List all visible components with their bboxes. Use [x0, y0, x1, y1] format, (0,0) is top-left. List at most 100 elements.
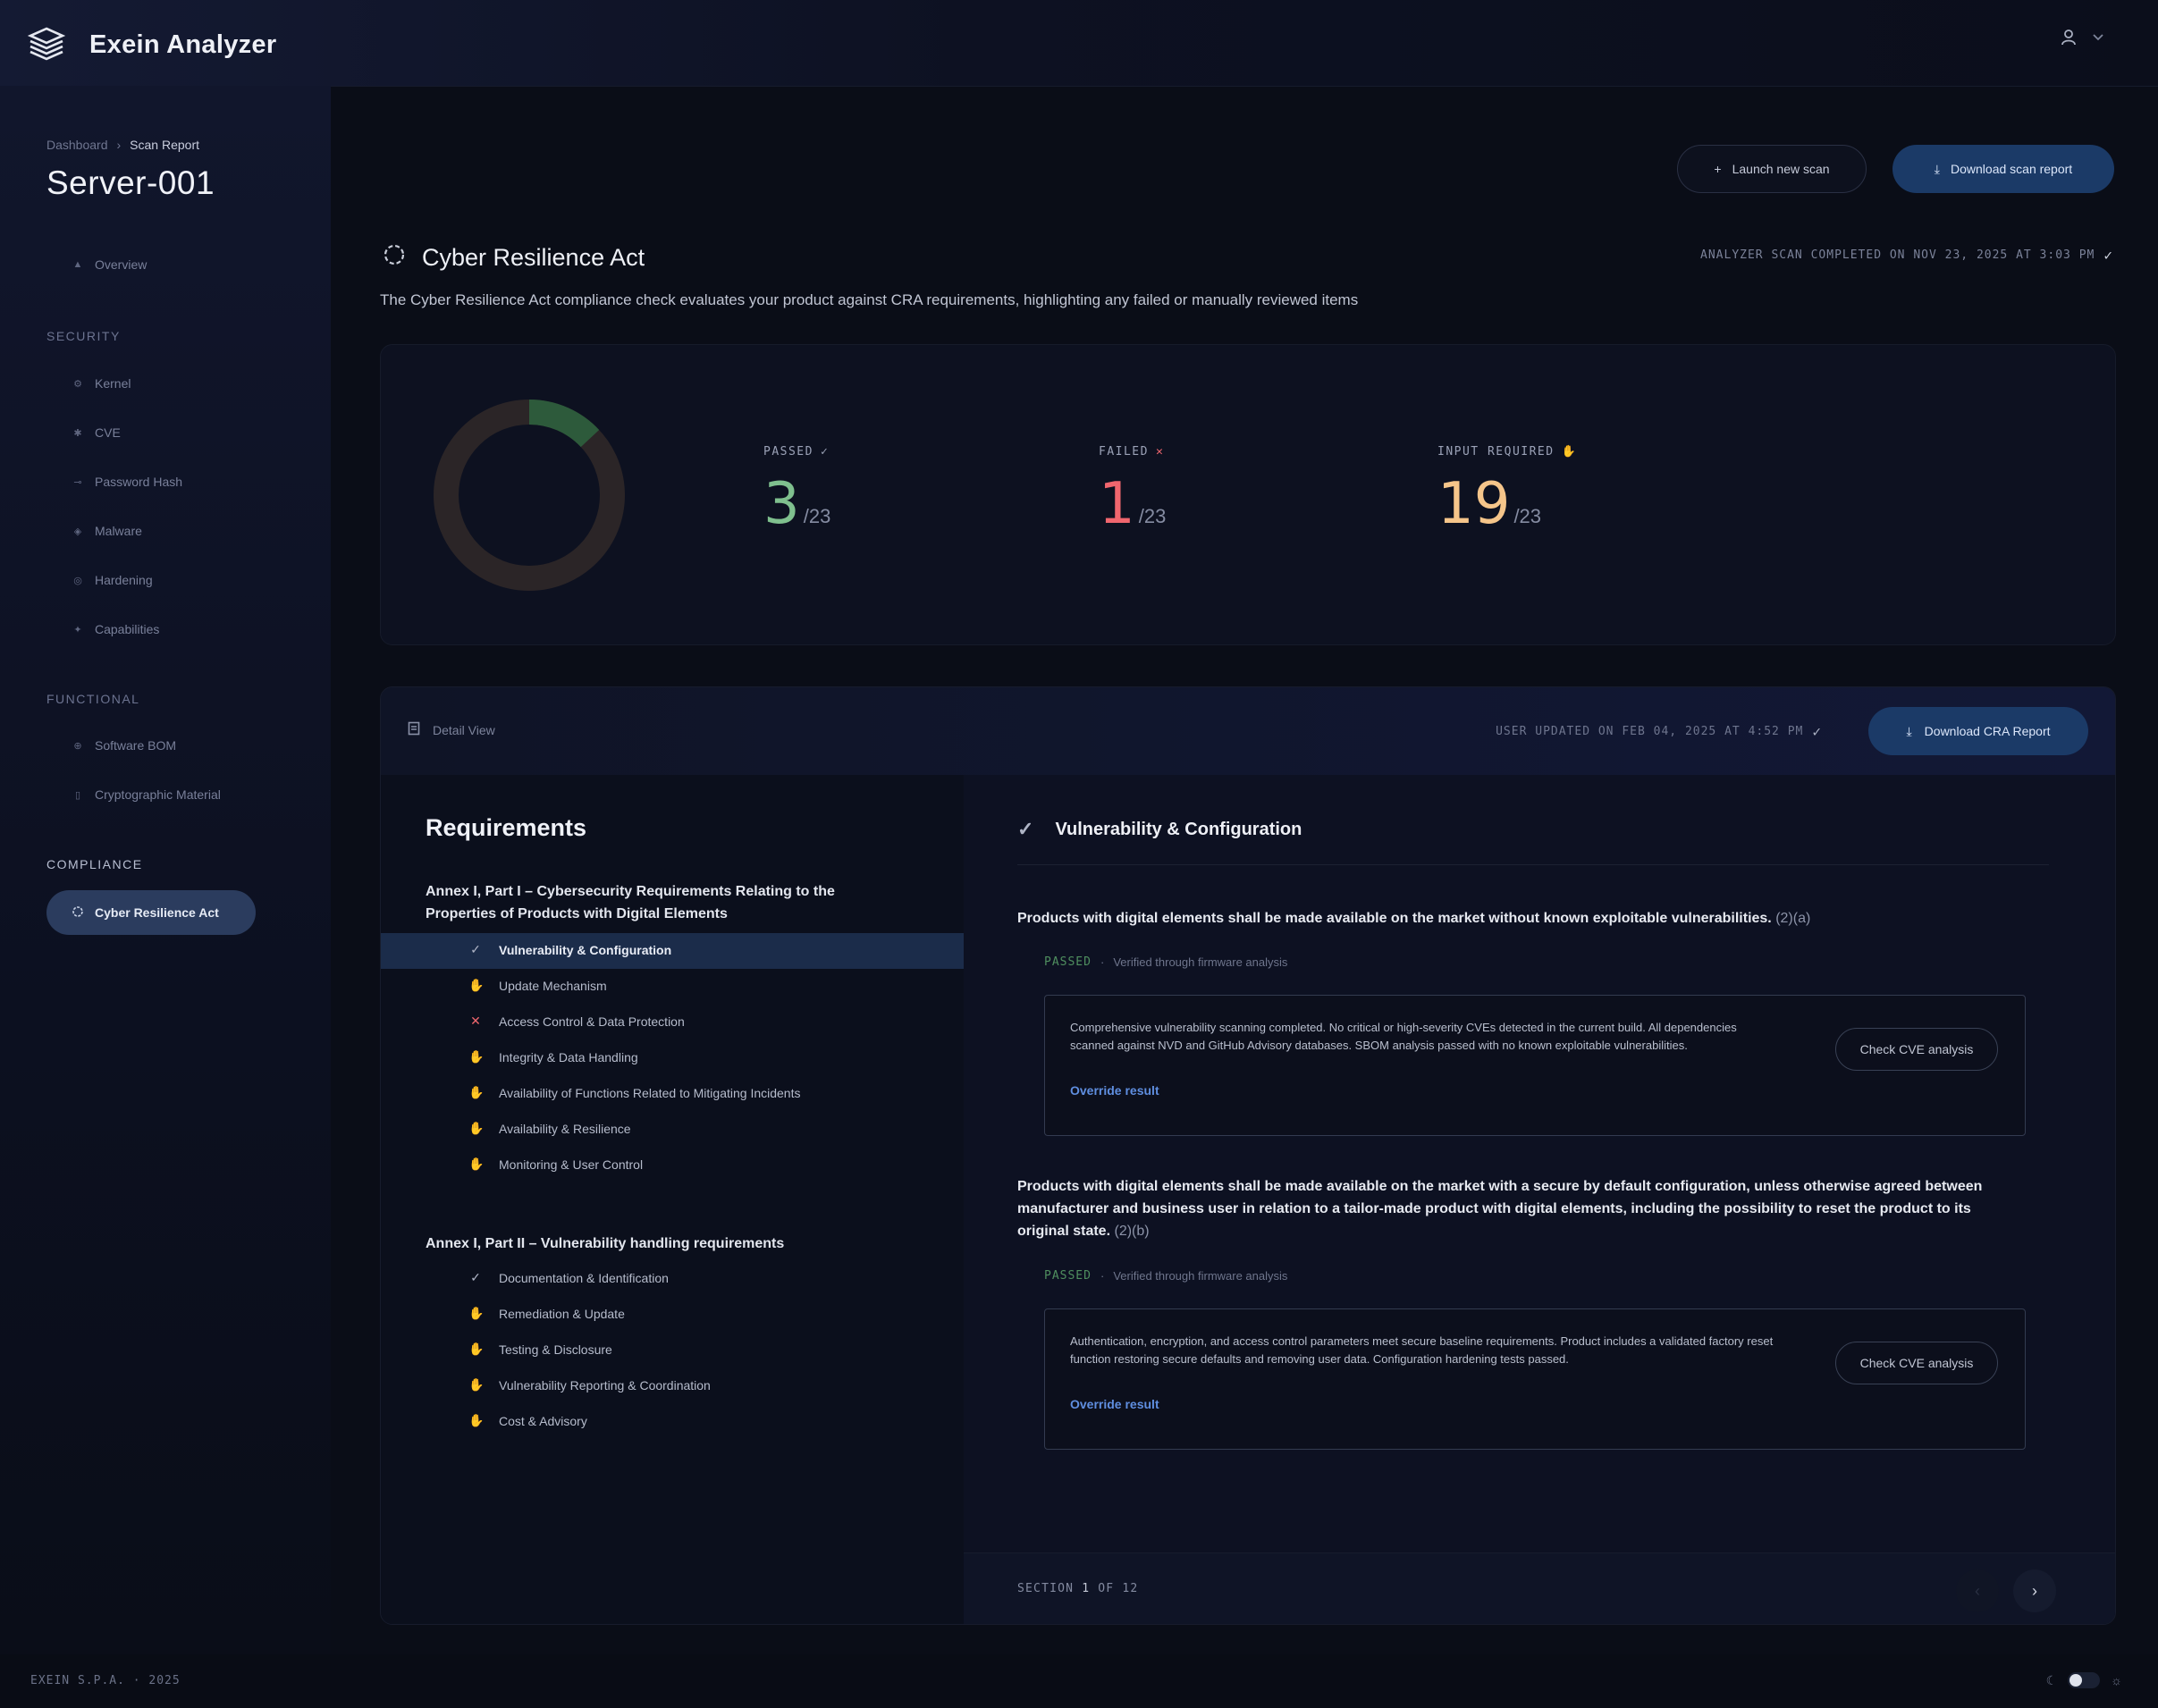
previous-section-button[interactable]: ‹	[1956, 1569, 1999, 1612]
button-label: Download CRA Report	[1924, 724, 2051, 738]
override-result-link[interactable]: Override result	[1070, 1083, 1159, 1098]
sidebar-item-label: Kernel	[95, 376, 131, 391]
plus-icon: +	[1714, 162, 1722, 176]
sidebar-item-password-hash[interactable]: ⊸ Password Hash	[72, 475, 182, 489]
sidebar-item-malware[interactable]: ◈ Malware	[72, 524, 142, 538]
requirement-item[interactable]: ✓ Vulnerability & Configuration	[468, 942, 671, 957]
brand[interactable]: Exein Analyzer	[27, 23, 276, 67]
download-scan-report-button[interactable]: ⤓ Download scan report	[1892, 145, 2114, 193]
sidebar-item-label: Overview	[95, 257, 148, 272]
breadcrumb-separator-icon: ›	[116, 138, 122, 152]
stat-passed-value: 3 /23	[763, 471, 830, 537]
user-menu[interactable]	[2060, 29, 2104, 51]
stat-label-text: FAILED	[1099, 445, 1149, 459]
breadcrumb-dashboard[interactable]: Dashboard	[46, 138, 108, 152]
requirement-detail-title-text: Vulnerability & Configuration	[1055, 819, 1302, 839]
sidebar-item-capabilities[interactable]: ✦ Capabilities	[72, 622, 159, 636]
separator-dot: ·	[1100, 955, 1105, 969]
cra-icon	[383, 243, 406, 273]
sidebar-item-software-bom[interactable]: ⊕ Software BOM	[72, 738, 176, 753]
stat-failed-value: 1 /23	[1099, 471, 1166, 537]
requirement-item[interactable]: ✋ Testing & Disclosure	[468, 1342, 612, 1357]
requirement-status: PASSED · Verified through firmware analy…	[1044, 955, 1287, 969]
donut-passed-segment	[528, 400, 600, 448]
input-required-icon: ✋	[468, 1049, 485, 1064]
status-badge: PASSED	[1044, 955, 1092, 969]
result-box: Comprehensive vulnerability scanning com…	[1044, 995, 2026, 1136]
requirement-text: Products with digital elements shall be …	[1017, 1175, 1992, 1242]
requirement-item-label: Availability & Resilience	[499, 1121, 631, 1136]
x-icon: ✕	[470, 1014, 481, 1028]
key-icon: ⊸	[73, 476, 82, 488]
sidebar-item-cve[interactable]: ✱ CVE	[72, 425, 120, 440]
hand-icon: ✋	[1561, 445, 1578, 459]
download-cra-report-button[interactable]: ⤓ Download CRA Report	[1868, 707, 2088, 755]
requirement-detail-title: ✓ Vulnerability & Configuration	[1017, 818, 1302, 841]
requirement-item[interactable]: ✋ Integrity & Data Handling	[468, 1049, 638, 1064]
requirements-title: Requirements	[426, 814, 587, 841]
footer: EXEIN S.P.A. · 2025 ☾ ☼	[0, 1654, 2158, 1708]
next-section-button[interactable]: ›	[2013, 1569, 2056, 1612]
input-required-icon: ✋	[468, 1306, 485, 1320]
requirement-item[interactable]: ✋ Availability of Functions Related to Mi…	[468, 1085, 800, 1100]
annex-part-1-heading: Annex I, Part I – Cybersecurity Requirem…	[426, 884, 835, 921]
requirement-item[interactable]: ✋ Update Mechanism	[468, 978, 607, 993]
requirement-item[interactable]: ✋ Vulnerability Reporting & Coordination	[468, 1377, 711, 1392]
section-current: 1	[1082, 1582, 1091, 1595]
verification-note: Verified through firmware analysis	[1113, 955, 1288, 969]
requirement-text-body: Products with digital elements shall be …	[1017, 1179, 1983, 1239]
requirement-item[interactable]: ✕ Access Control & Data Protection	[468, 1014, 685, 1029]
check-icon: ✓	[2103, 247, 2113, 264]
stat-total: /23	[1138, 505, 1167, 527]
sidebar-item-label: Software BOM	[95, 738, 177, 753]
requirement-item[interactable]: ✋ Availability & Resilience	[468, 1121, 631, 1136]
sidebar-item-label: Cryptographic Material	[95, 787, 221, 802]
input-required-icon: ✋	[468, 1377, 485, 1392]
stat-label-text: PASSED	[763, 445, 813, 459]
requirement-detail: ✓ Vulnerability & Configuration Products…	[964, 775, 2115, 1624]
chevron-down-icon	[2092, 31, 2104, 48]
sidebar-item-kernel[interactable]: ⚙ Kernel	[72, 376, 131, 391]
sidebar-item-hardening[interactable]: ◎ Hardening	[72, 573, 152, 587]
sidebar-item-overview[interactable]: ▲ Overview	[72, 257, 148, 272]
requirement-item[interactable]: ✋ Remediation & Update	[468, 1306, 625, 1321]
verification-note: Verified through firmware analysis	[1113, 1269, 1288, 1283]
sidebar: Dashboard › Scan Report Server-001 ▲ Ove…	[0, 86, 331, 1654]
requirement-item[interactable]: ✋ Cost & Advisory	[468, 1413, 587, 1428]
annex-part-2-heading: Annex I, Part II – Vulnerability handlin…	[426, 1236, 785, 1251]
stat-number: 3	[763, 471, 800, 537]
check-cve-analysis-button[interactable]: Check CVE analysis	[1835, 1342, 1998, 1384]
override-result-link[interactable]: Override result	[1070, 1397, 1159, 1411]
requirement-item-label: Monitoring & User Control	[499, 1157, 644, 1172]
requirement-item-label: Update Mechanism	[499, 978, 607, 993]
input-required-icon: ✋	[468, 1342, 485, 1356]
check-icon: ✓	[820, 445, 830, 459]
sidebar-section-security: SECURITY	[46, 329, 121, 343]
requirement-status: PASSED · Verified through firmware analy…	[1044, 1269, 1287, 1283]
requirement-item-label: Remediation & Update	[499, 1306, 625, 1321]
requirement-item[interactable]: ✓ Documentation & Identification	[468, 1270, 669, 1285]
input-required-icon: ✋	[468, 1085, 485, 1099]
home-icon: ▲	[72, 259, 83, 270]
detail-header: Detail View USER UPDATED ON FEB 04, 2025…	[381, 687, 2115, 775]
user-updated-status: USER UPDATED ON FEB 04, 2025 AT 4:52 PM …	[1496, 723, 1822, 740]
check-cve-analysis-button[interactable]: Check CVE analysis	[1835, 1028, 1998, 1071]
check-icon: ✓	[470, 942, 481, 956]
top-bar: Exein Analyzer	[0, 0, 2158, 87]
requirement-item[interactable]: ✋ Monitoring & User Control	[468, 1157, 643, 1172]
stat-passed-label: PASSED ✓	[763, 445, 830, 459]
requirement-item-label: Vulnerability & Configuration	[499, 942, 672, 957]
stat-input-label: INPUT REQUIRED ✋	[1437, 445, 1577, 459]
theme-toggle[interactable]: ☾ ☼	[2046, 1672, 2122, 1688]
requirement-item-label: Availability of Functions Related to Mit…	[499, 1085, 801, 1100]
result-text: Authentication, encryption, and access c…	[1070, 1334, 1774, 1366]
requirement-item-label: Vulnerability Reporting & Coordination	[499, 1377, 711, 1392]
sidebar-item-label: Cyber Resilience Act	[95, 905, 219, 920]
sidebar-item-cryptographic-material[interactable]: ▯ Cryptographic Material	[72, 787, 221, 802]
user-icon	[2060, 29, 2078, 51]
launch-new-scan-button[interactable]: + Launch new scan	[1677, 145, 1867, 193]
breadcrumb-current: Scan Report	[130, 138, 199, 152]
sidebar-item-cyber-resilience-act[interactable]: Cyber Resilience Act	[46, 890, 256, 935]
download-icon: ⤓	[1934, 161, 1940, 176]
detail-panel: Detail View USER UPDATED ON FEB 04, 2025…	[380, 686, 2116, 1625]
